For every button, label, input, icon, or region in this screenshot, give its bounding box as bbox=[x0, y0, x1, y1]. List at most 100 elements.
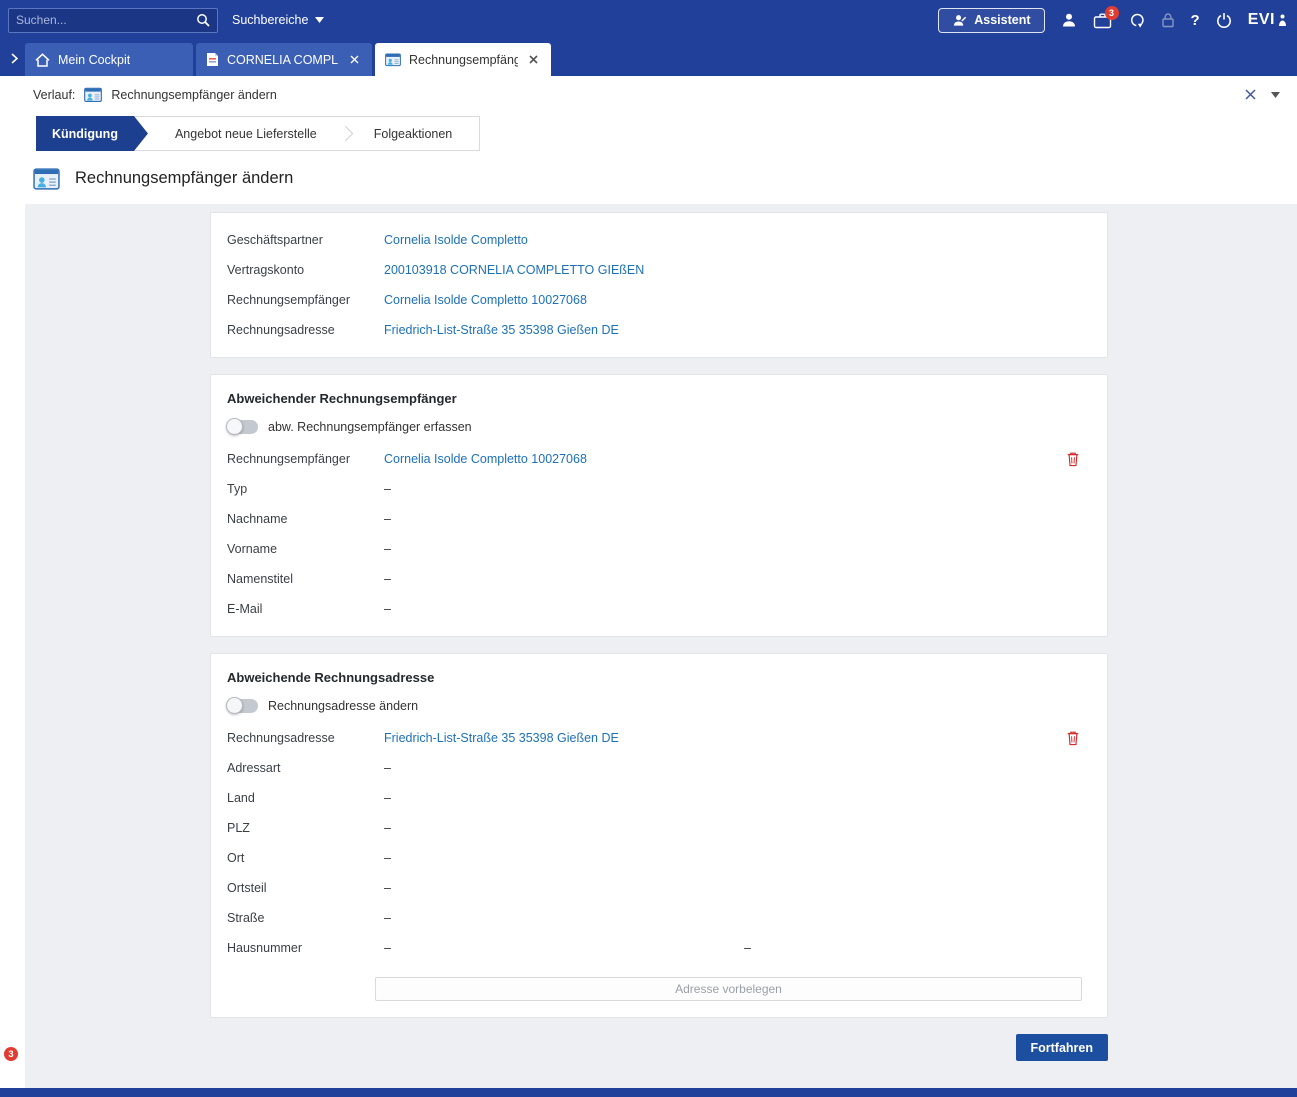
step-label: Kündigung bbox=[52, 127, 118, 141]
overview-panel: Geschäftspartner Cornelia Isolde Complet… bbox=[210, 212, 1108, 358]
power-icon[interactable] bbox=[1216, 12, 1232, 28]
invoice-recipient-icon bbox=[385, 52, 401, 67]
field-label: Rechnungsempfänger bbox=[227, 452, 384, 466]
field-label: Land bbox=[227, 791, 384, 805]
field-row: Land – bbox=[227, 783, 1082, 813]
address-toggle[interactable] bbox=[227, 699, 258, 713]
step-angebot-neue-lieferstelle[interactable]: Angebot neue Lieferstelle bbox=[148, 117, 344, 150]
field-label: Adressart bbox=[227, 761, 384, 775]
chevron-down-icon bbox=[315, 17, 324, 23]
tab-mein-cockpit[interactable]: Mein Cockpit bbox=[25, 43, 193, 76]
field-row: Rechnungsadresse Friedrich-List-Straße 3… bbox=[227, 315, 1082, 345]
field-label: Namenstitel bbox=[227, 572, 384, 586]
global-search[interactable] bbox=[8, 8, 218, 33]
field-label: Vorname bbox=[227, 542, 384, 556]
field-label: Ortsteil bbox=[227, 881, 384, 895]
field-row: PLZ – bbox=[227, 813, 1082, 843]
tabbar: Mein Cockpit CORNELIA COMPLE... Rechnung… bbox=[0, 40, 1297, 76]
tab-label: Mein Cockpit bbox=[58, 53, 130, 67]
invoice-recipient-link[interactable]: Cornelia Isolde Completto 10027068 bbox=[384, 293, 587, 307]
help-icon[interactable]: ? bbox=[1191, 12, 1200, 29]
redo-icon[interactable] bbox=[1128, 12, 1145, 28]
search-icon[interactable] bbox=[196, 13, 210, 27]
field-value: – bbox=[384, 602, 391, 616]
prefill-address-button[interactable]: Adresse vorbelegen bbox=[375, 977, 1082, 1001]
field-value: – bbox=[384, 482, 391, 496]
recipient-toggle[interactable] bbox=[227, 420, 258, 434]
brand-mark-icon bbox=[1278, 14, 1287, 27]
home-icon bbox=[35, 53, 50, 67]
field-label: Rechnungsadresse bbox=[227, 323, 384, 337]
toggle-label: Rechnungsadresse ändern bbox=[268, 699, 418, 713]
address-panel: Abweichende Rechnungsadresse Rechnungsad… bbox=[210, 653, 1108, 1018]
footer-strip bbox=[0, 1088, 1297, 1097]
topbar: Suchbereiche Assistent 3 ? bbox=[0, 0, 1297, 40]
tab-overview-chevron[interactable] bbox=[11, 53, 18, 64]
lock-icon[interactable] bbox=[1161, 12, 1175, 28]
history-current-item[interactable]: Rechnungsempfänger ändern bbox=[111, 88, 276, 102]
toggle-knob bbox=[226, 697, 243, 714]
close-process-icon[interactable] bbox=[1242, 86, 1259, 103]
field-row: E-Mail – bbox=[227, 594, 1082, 624]
assistant-label: Assistent bbox=[974, 13, 1030, 27]
toggle-label: abw. Rechnungsempfänger erfassen bbox=[268, 420, 472, 434]
step-folgeaktionen[interactable]: Folgeaktionen bbox=[347, 117, 480, 150]
field-row: Nachname – bbox=[227, 504, 1082, 534]
search-areas-label: Suchbereiche bbox=[232, 13, 308, 27]
briefcase-icon[interactable]: 3 bbox=[1093, 12, 1112, 29]
step-label: Angebot neue Lieferstelle bbox=[175, 127, 317, 141]
panel-title: Abweichender Rechnungsempfänger bbox=[227, 387, 1082, 414]
tab-close-icon[interactable] bbox=[526, 52, 541, 67]
corner-notification-badge[interactable]: 3 bbox=[4, 1047, 18, 1061]
toggle-row: abw. Rechnungsempfänger erfassen bbox=[227, 414, 1082, 440]
field-label: Nachname bbox=[227, 512, 384, 526]
recipient-panel: Abweichender Rechnungsempfänger abw. Rec… bbox=[210, 374, 1108, 637]
user-icon[interactable] bbox=[1061, 12, 1077, 28]
field-value-secondary: – bbox=[744, 941, 751, 955]
field-value: – bbox=[384, 761, 391, 775]
prefill-row: Adresse vorbelegen bbox=[375, 977, 1082, 1001]
tab-cornelia-completto[interactable]: CORNELIA COMPLE... bbox=[196, 43, 372, 76]
field-label: Ort bbox=[227, 851, 384, 865]
field-row: Adressart – bbox=[227, 753, 1082, 783]
toggle-row: Rechnungsadresse ändern bbox=[227, 693, 1082, 719]
process-steps: Kündigung Angebot neue Lieferstelle Folg… bbox=[0, 113, 1297, 151]
field-row: Ort – bbox=[227, 843, 1082, 873]
invoice-recipient-icon bbox=[33, 166, 60, 191]
tab-label: CORNELIA COMPLE... bbox=[227, 53, 339, 67]
step-kuendigung[interactable]: Kündigung bbox=[36, 116, 148, 151]
delete-recipient-icon[interactable] bbox=[1064, 449, 1082, 469]
field-label: Typ bbox=[227, 482, 384, 496]
delete-address-icon[interactable] bbox=[1064, 728, 1082, 748]
address-link[interactable]: Friedrich-List-Straße 35 35398 Gießen DE bbox=[384, 731, 619, 745]
field-value: – bbox=[384, 512, 391, 526]
invoice-recipient-icon bbox=[84, 86, 102, 103]
tab-rechnungsempfaenger[interactable]: Rechnungsempfäng... bbox=[375, 43, 551, 76]
history-bar: Verlauf: Rechnungsempfänger ändern bbox=[0, 76, 1297, 113]
field-label: E-Mail bbox=[227, 602, 384, 616]
history-label: Verlauf: bbox=[33, 88, 75, 102]
panel-title: Abweichende Rechnungsadresse bbox=[227, 666, 1082, 693]
notifications-badge: 3 bbox=[1105, 6, 1119, 20]
page-header: Rechnungsempfänger ändern bbox=[0, 151, 1297, 204]
field-row: Typ – bbox=[227, 474, 1082, 504]
invoice-address-link[interactable]: Friedrich-List-Straße 35 35398 Gießen DE bbox=[384, 323, 619, 337]
continue-button[interactable]: Fortfahren bbox=[1016, 1034, 1109, 1061]
brand-text: EVI bbox=[1248, 11, 1275, 29]
contract-account-link[interactable]: 200103918 CORNELIA COMPLETTO GIEßEN bbox=[384, 263, 644, 277]
history-caret-icon[interactable] bbox=[1268, 89, 1283, 101]
field-row: Hausnummer – – bbox=[227, 933, 1082, 963]
field-row: Geschäftspartner Cornelia Isolde Complet… bbox=[227, 225, 1082, 255]
document-icon bbox=[206, 52, 219, 67]
business-partner-link[interactable]: Cornelia Isolde Completto bbox=[384, 233, 528, 247]
field-value: – bbox=[384, 881, 391, 895]
search-areas-dropdown[interactable]: Suchbereiche bbox=[232, 13, 324, 27]
brand-logo: EVI bbox=[1248, 11, 1287, 29]
assistant-button[interactable]: Assistent bbox=[938, 8, 1044, 33]
recipient-link[interactable]: Cornelia Isolde Completto 10027068 bbox=[384, 452, 587, 466]
search-input[interactable] bbox=[16, 13, 196, 27]
tab-label: Rechnungsempfäng... bbox=[409, 53, 518, 67]
field-label: PLZ bbox=[227, 821, 384, 835]
field-label: Rechnungsadresse bbox=[227, 731, 384, 745]
tab-close-icon[interactable] bbox=[347, 52, 362, 67]
